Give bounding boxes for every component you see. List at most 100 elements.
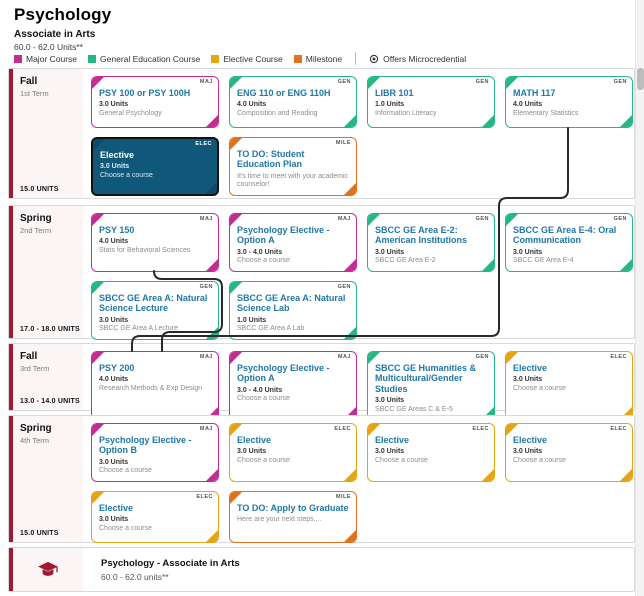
course-subtitle: Choose a course — [513, 385, 625, 394]
card-math117[interactable]: GEN MATH 117 4.0 Units Elementary Statis… — [505, 76, 633, 128]
card-ge-area-e2[interactable]: GEN SBCC GE Area E-2: American Instituti… — [367, 213, 495, 272]
course-title: ENG 110 or ENG 110H — [237, 88, 349, 98]
card-category-badge: GEN — [476, 354, 489, 360]
course-subtitle: Choose a course — [237, 257, 349, 266]
course-subtitle: SBCC GE Areas C & E-5 — [375, 406, 487, 415]
term-label-column: Fall 3rd Term 13.0 - 14.0 UNITS — [13, 344, 83, 410]
course-title: SBCC GE Area E-2: American Institutions — [375, 225, 487, 246]
legend-item-general-education: General Education Course — [88, 54, 200, 64]
course-units: 1.0 Units — [237, 317, 349, 324]
card-category-badge: GEN — [614, 79, 627, 85]
card-psych-elective-option-b[interactable]: MAJ Psychology Elective - Option B 3.0 U… — [91, 423, 219, 482]
course-title: Elective — [375, 435, 487, 445]
term-cards: MAJ PSY 200 4.0 Units Research Methods &… — [83, 344, 634, 410]
term-season: Fall — [20, 76, 80, 87]
card-category-badge: MILE — [336, 494, 351, 500]
card-psych-elective-option-a-fall[interactable]: MAJ Psychology Elective - Option A 3.0 -… — [229, 351, 357, 420]
general-education-swatch — [88, 55, 96, 63]
course-subtitle: SBCC GE Area A Lab — [237, 325, 349, 334]
legend-label: Offers Microcredential — [383, 54, 466, 64]
course-units: 4.0 Units — [99, 376, 211, 383]
card-elective-fall1-selected[interactable]: ELEC Elective 3.0 Units Choose a course — [91, 137, 219, 196]
legend-divider — [355, 52, 356, 65]
course-title: Elective — [100, 150, 210, 160]
course-units: 3.0 Units — [513, 376, 625, 383]
legend-item-milestone: Milestone — [294, 54, 342, 64]
degree-text: Psychology - Associate in Arts 60.0 - 62… — [83, 548, 240, 591]
card-libr101[interactable]: GEN LIBR 101 1.0 Units Information Liter… — [367, 76, 495, 128]
total-units-label: 60.0 - 62.0 Units** — [14, 42, 644, 52]
card-ge-area-a-lab[interactable]: GEN SBCC GE Area A: Natural Science Lab … — [229, 281, 357, 340]
course-title: Elective — [237, 435, 349, 445]
scrollbar-track[interactable] — [635, 0, 644, 596]
card-category-badge: MAJ — [200, 426, 213, 432]
term-season: Fall — [20, 351, 80, 362]
card-psych-elective-option-a-spring[interactable]: MAJ Psychology Elective - Option A 3.0 -… — [229, 213, 357, 272]
course-units: 3.0 Units — [99, 516, 211, 523]
course-subtitle: Choose a course — [99, 525, 211, 534]
card-category-badge: GEN — [338, 79, 351, 85]
card-elective-spring4-2[interactable]: ELEC Elective 3.0 Units Choose a course — [367, 423, 495, 482]
course-subtitle: General Psychology — [99, 110, 211, 119]
course-title: SBCC GE Humanities & Multicultural/Gende… — [375, 363, 487, 394]
card-psy150[interactable]: MAJ PSY 150 4.0 Units Stats for Behavior… — [91, 213, 219, 272]
course-title: Psychology Elective - Option A — [237, 363, 349, 384]
degree-icon-column — [13, 548, 83, 591]
card-psy100[interactable]: MAJ PSY 100 or PSY 100H 3.0 Units Genera… — [91, 76, 219, 128]
card-elective-spring4-3[interactable]: ELEC Elective 3.0 Units Choose a course — [505, 423, 633, 482]
term-cards: MAJ Psychology Elective - Option B 3.0 U… — [83, 416, 634, 542]
degree-summary-row: Psychology - Associate in Arts 60.0 - 62… — [8, 547, 635, 592]
term-number: 1st Term — [20, 89, 80, 98]
card-todo-apply-to-graduate[interactable]: MILE TO DO: Apply to Graduate Here are y… — [229, 491, 357, 543]
course-subtitle: SBCC GE Area E-4 — [513, 257, 625, 266]
course-title: SBCC GE Area E-4: Oral Communication — [513, 225, 625, 246]
course-subtitle: Composition and Reading — [237, 110, 349, 119]
page-title: Psychology — [14, 5, 644, 25]
term-label-column: Spring 4th Term 15.0 UNITS — [13, 416, 83, 542]
term-row-spring-4: Spring 4th Term 15.0 UNITS MAJ Psycholog… — [8, 415, 635, 543]
legend-label: Major Course — [26, 54, 77, 64]
milestone-title: TO DO: Apply to Graduate — [237, 503, 349, 513]
page-header: Psychology Associate in Arts 60.0 - 62.0… — [0, 0, 644, 68]
course-title: PSY 100 or PSY 100H — [99, 88, 211, 98]
legend-label: Elective Course — [223, 54, 283, 64]
course-units: 3.0 Units — [375, 249, 487, 256]
card-ge-area-a-lecture[interactable]: GEN SBCC GE Area A: Natural Science Lect… — [91, 281, 219, 340]
course-units: 3.0 Units — [375, 397, 487, 404]
scrollbar-thumb[interactable] — [637, 68, 644, 90]
course-title: Elective — [513, 363, 625, 373]
term-season: Spring — [20, 213, 80, 224]
term-season: Spring — [20, 423, 80, 434]
milestone-swatch — [294, 55, 302, 63]
course-units: 3.0 Units — [513, 249, 625, 256]
card-category-badge: GEN — [476, 216, 489, 222]
major-course-swatch — [14, 55, 22, 63]
legend: Major Course General Education Course El… — [14, 52, 466, 65]
card-elective-spring4-4[interactable]: ELEC Elective 3.0 Units Choose a course — [91, 491, 219, 543]
course-subtitle: Choose a course — [100, 172, 210, 181]
term-units-total: 17.0 - 18.0 UNITS — [20, 326, 80, 333]
card-category-badge: MAJ — [200, 79, 213, 85]
card-category-badge: MAJ — [338, 354, 351, 360]
card-ge-humanities-multicultural[interactable]: GEN SBCC GE Humanities & Multicultural/G… — [367, 351, 495, 420]
card-eng110[interactable]: GEN ENG 110 or ENG 110H 4.0 Units Compos… — [229, 76, 357, 128]
degree-units: 60.0 - 62.0 units** — [101, 572, 240, 582]
course-units: 3.0 Units — [99, 317, 211, 324]
term-row-spring-2: Spring 2nd Term 17.0 - 18.0 UNITS MAJ PS… — [8, 205, 635, 339]
legend-item-microcredential: Offers Microcredential — [369, 54, 466, 64]
degree-type-label: Associate in Arts — [14, 29, 644, 40]
card-elective-fall3[interactable]: ELEC Elective 3.0 Units Choose a course — [505, 351, 633, 420]
card-ge-area-e4[interactable]: GEN SBCC GE Area E-4: Oral Communication… — [505, 213, 633, 272]
card-psy200[interactable]: MAJ PSY 200 4.0 Units Research Methods &… — [91, 351, 219, 420]
course-subtitle: SBCC GE Area E-2 — [375, 257, 487, 266]
course-subtitle: Choose a course — [513, 457, 625, 466]
course-title: Elective — [513, 435, 625, 445]
card-category-badge: MAJ — [200, 216, 213, 222]
card-category-badge: ELEC — [472, 426, 489, 432]
card-todo-student-education-plan[interactable]: MILE TO DO: Student Education Plan It's … — [229, 137, 357, 196]
legend-label: Milestone — [306, 54, 342, 64]
card-elective-spring4-1[interactable]: ELEC Elective 3.0 Units Choose a course — [229, 423, 357, 482]
milestone-body: It's time to meet with your academic cou… — [237, 173, 349, 191]
course-subtitle: Stats for Behavioral Sciences — [99, 247, 211, 256]
card-category-badge: ELEC — [610, 426, 627, 432]
